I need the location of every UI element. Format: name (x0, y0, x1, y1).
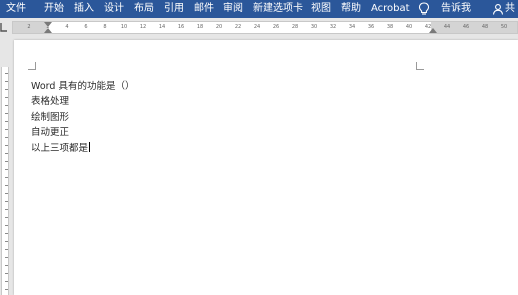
ruler-tick-label: 44 (443, 24, 451, 30)
vertical-ruler-tick (5, 185, 8, 186)
ruler-tick-label: 36 (367, 24, 375, 30)
ruler-tick-label: 32 (329, 24, 337, 30)
tab-layout[interactable]: 布局 (134, 0, 154, 18)
vertical-ruler-tick (5, 257, 8, 258)
ruler-tick-label: 6 (84, 24, 88, 30)
vertical-ruler-tick (5, 265, 8, 266)
ruler-tick-label: 30 (310, 24, 318, 30)
vertical-ruler-tick (5, 105, 8, 106)
ruler-tick-label: 8 (103, 24, 107, 30)
tab-stop-selector-icon[interactable] (0, 22, 8, 32)
vertical-ruler-tick (5, 153, 8, 154)
tab-design[interactable]: 设计 (104, 0, 124, 18)
doc-line-question: Word 具有的功能是（） (31, 81, 135, 92)
doc-line-option-4: 以上三项都是 (31, 141, 134, 156)
vertical-ruler-tick (5, 89, 8, 90)
ruler-tick-label: 4 (65, 24, 69, 30)
vertical-ruler-track (1, 67, 9, 295)
vertical-ruler-tick (5, 209, 8, 210)
vertical-ruler-tick (5, 113, 8, 114)
horizontal-ruler[interactable]: 2 2 4 6 8 10 12 14 16 18 20 22 24 26 28 30 32 34 36 38 40 42 4… (12, 21, 518, 34)
vertical-ruler-tick (5, 281, 8, 282)
vertical-ruler-tick (5, 73, 8, 74)
ruler-tick-label: 22 (234, 24, 242, 30)
vertical-ruler-tick (5, 97, 8, 98)
vertical-ruler-tick (5, 137, 8, 138)
share-button[interactable]: 共 (505, 0, 515, 18)
ruler-tick-label: 50 (500, 24, 508, 30)
ruler-tick-label: 24 (253, 24, 261, 30)
ruler-tick-label: 28 (291, 24, 299, 30)
tab-review[interactable]: 审阅 (223, 0, 243, 18)
ruler-tick-label: 18 (196, 24, 204, 30)
right-indent-marker[interactable] (429, 28, 437, 33)
tab-file[interactable]: 文件 (6, 0, 26, 18)
ruler-tick-label: 20 (215, 24, 223, 30)
ruler-tick-label: 46 (462, 24, 470, 30)
ruler-tick-label: 38 (386, 24, 394, 30)
vertical-ruler-tick (5, 129, 8, 130)
document-body[interactable]: Word 具有的功能是（） 表格处理 绘制图形 自动更正 以上三项都是 (31, 79, 134, 156)
vertical-ruler-tick (5, 249, 8, 250)
lightbulb-icon[interactable] (418, 2, 430, 16)
tell-me-search[interactable]: 告诉我 (441, 0, 471, 18)
tab-references[interactable]: 引用 (164, 0, 184, 18)
vertical-ruler-tick (5, 289, 8, 290)
doc-line-option-3: 自动更正 (31, 127, 70, 139)
text-cursor (89, 141, 91, 152)
tab-home[interactable]: 开始 (44, 0, 64, 18)
ruler-tick-label: 26 (272, 24, 280, 30)
ruler-tick-label: 2 (27, 24, 31, 30)
vertical-ruler-tick (5, 225, 8, 226)
top-left-crop-mark (28, 62, 36, 70)
top-right-crop-mark (416, 62, 424, 70)
tab-insert[interactable]: 插入 (74, 0, 94, 18)
ruler-tick-label: 12 (139, 24, 147, 30)
vertical-ruler-tick (5, 273, 8, 274)
tab-new-tab[interactable]: 新建选项卡 (253, 0, 303, 18)
vertical-ruler-tick (5, 217, 8, 218)
tab-help[interactable]: 帮助 (341, 0, 361, 18)
ruler-tick-label: 16 (177, 24, 185, 30)
ribbon-tab-bar: 文件 开始 插入 设计 布局 引用 邮件 审阅 新建选项卡 视图 帮助 Acro… (0, 0, 518, 18)
vertical-ruler-tick (5, 121, 8, 122)
vertical-ruler-tick (5, 169, 8, 170)
vertical-ruler-tick (5, 177, 8, 178)
ruler-tick-label: 40 (405, 24, 413, 30)
vertical-ruler-tick (5, 81, 8, 82)
first-line-indent-marker[interactable] (44, 22, 52, 27)
vertical-ruler-tick (5, 241, 8, 242)
vertical-ruler-tick (5, 193, 8, 194)
ruler-tick-label: 10 (120, 24, 128, 30)
tab-mailings[interactable]: 邮件 (194, 0, 214, 18)
tab-acrobat[interactable]: Acrobat (371, 0, 410, 18)
ruler-tick-label: 48 (481, 24, 489, 30)
vertical-ruler-tick (5, 145, 8, 146)
tab-view[interactable]: 视图 (311, 0, 331, 18)
vertical-ruler-tick (5, 201, 8, 202)
share-person-icon[interactable] (492, 3, 504, 15)
vertical-ruler-tick (5, 161, 8, 162)
vertical-ruler[interactable] (0, 37, 10, 295)
ruler-tick-label: 14 (158, 24, 166, 30)
doc-line-option-2: 绘制图形 (31, 111, 70, 123)
vertical-ruler-tick (5, 233, 8, 234)
horizontal-ruler-row: 2 2 4 6 8 10 12 14 16 18 20 22 24 26 28 30 32 34 36 38 40 42 4… (0, 18, 518, 37)
hanging-indent-marker[interactable] (44, 28, 52, 33)
doc-line-option-4-text: 以上三项都是 (31, 142, 89, 154)
ruler-tick-label: 34 (348, 24, 356, 30)
doc-line-option-1: 表格处理 (31, 96, 70, 108)
